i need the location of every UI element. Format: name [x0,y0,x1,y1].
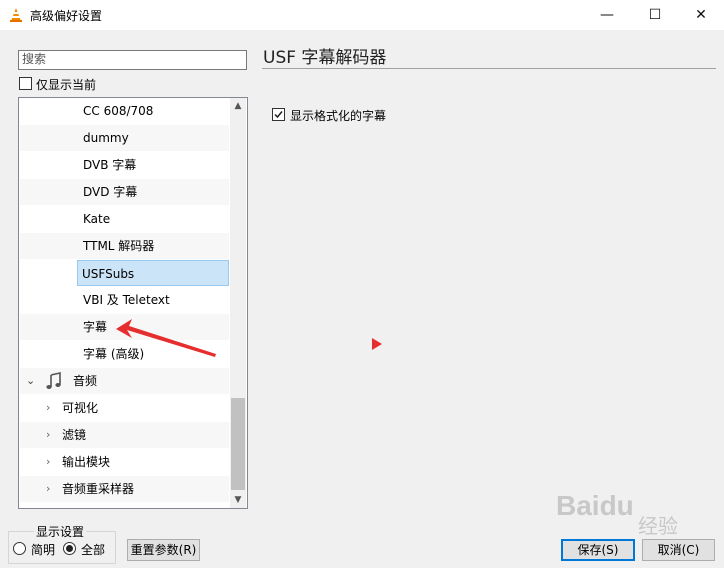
tree-item-subtitles-advanced[interactable]: 字幕 (高级) [20,341,229,367]
close-button[interactable]: ✕ [678,0,724,30]
tree-item-subtitles[interactable]: 字幕 [20,314,229,340]
chevron-down-icon[interactable]: ⌄ [26,368,35,394]
panel-divider [262,68,716,69]
all-label: 全部 [81,543,106,557]
simple-radio[interactable] [13,542,26,555]
search-input[interactable] [19,51,245,67]
cancel-button[interactable]: 取消(C) [642,539,715,561]
radio-dot [66,545,73,552]
show-current-checkbox[interactable] [19,77,32,90]
tree-item-cc608[interactable]: CC 608/708 [20,98,229,124]
save-button[interactable]: 保存(S) [561,539,635,561]
maximize-button[interactable]: ☐ [632,0,678,30]
tree-item-output-modules[interactable]: › 输出模块 [20,449,229,475]
scrollbar-thumb[interactable] [231,398,245,490]
show-formatted-subtitles-label: 显示格式化的字幕 [290,109,387,123]
tree-item-dvb[interactable]: DVB 字幕 [20,152,229,178]
tree-item-filters[interactable]: › 滤镜 [20,422,229,448]
tree-item-dummy[interactable]: dummy [20,125,229,151]
show-formatted-subtitles-checkbox[interactable] [272,108,285,121]
tree-item-usfsubs[interactable]: USFSubs [77,260,229,286]
chevron-right-icon[interactable]: › [46,395,50,421]
search-box[interactable] [18,50,247,70]
minimize-button[interactable]: — [584,0,630,30]
tree-item-audio[interactable]: ⌄ 音频 [20,368,229,394]
title-bar: 高级偏好设置 — ☐ ✕ [0,0,724,30]
tree-scrollbar[interactable]: ▲ ▼ [230,98,246,508]
tree-item-vbi[interactable]: VBI 及 Teletext [20,287,229,313]
tree-item-dvd[interactable]: DVD 字幕 [20,179,229,205]
check-icon [274,111,283,119]
tree-item-visualization[interactable]: › 可视化 [20,395,229,421]
scroll-up-icon[interactable]: ▲ [230,98,246,114]
panel-title: USF 字幕解码器 [263,48,387,68]
all-radio[interactable] [63,542,76,555]
baidu-watermark: Baidu [556,490,634,521]
chevron-right-icon[interactable]: › [46,476,50,502]
scroll-down-icon[interactable]: ▼ [230,492,246,508]
chevron-right-icon[interactable]: › [46,422,50,448]
tree-item-ttml[interactable]: TTML 解码器 [20,233,229,259]
show-current-label: 仅显示当前 [36,78,97,92]
red-triangle-marker [372,338,382,350]
window-title: 高级偏好设置 [30,9,103,23]
tree-item-resampler[interactable]: › 音频重采样器 [20,476,229,502]
chevron-right-icon[interactable]: › [46,449,50,475]
tree-item-kate[interactable]: Kate [20,206,229,232]
vlc-cone-icon [10,8,22,22]
display-settings-title: 显示设置 [34,523,87,540]
music-note-icon [46,372,61,389]
reset-button[interactable]: 重置参数(R) [127,539,200,561]
simple-label: 简明 [31,543,56,557]
settings-tree: CC 608/708 dummy DVB 字幕 DVD 字幕 Kate TTML… [18,97,248,509]
baidu-watermark-suffix: 经验 [638,514,678,538]
